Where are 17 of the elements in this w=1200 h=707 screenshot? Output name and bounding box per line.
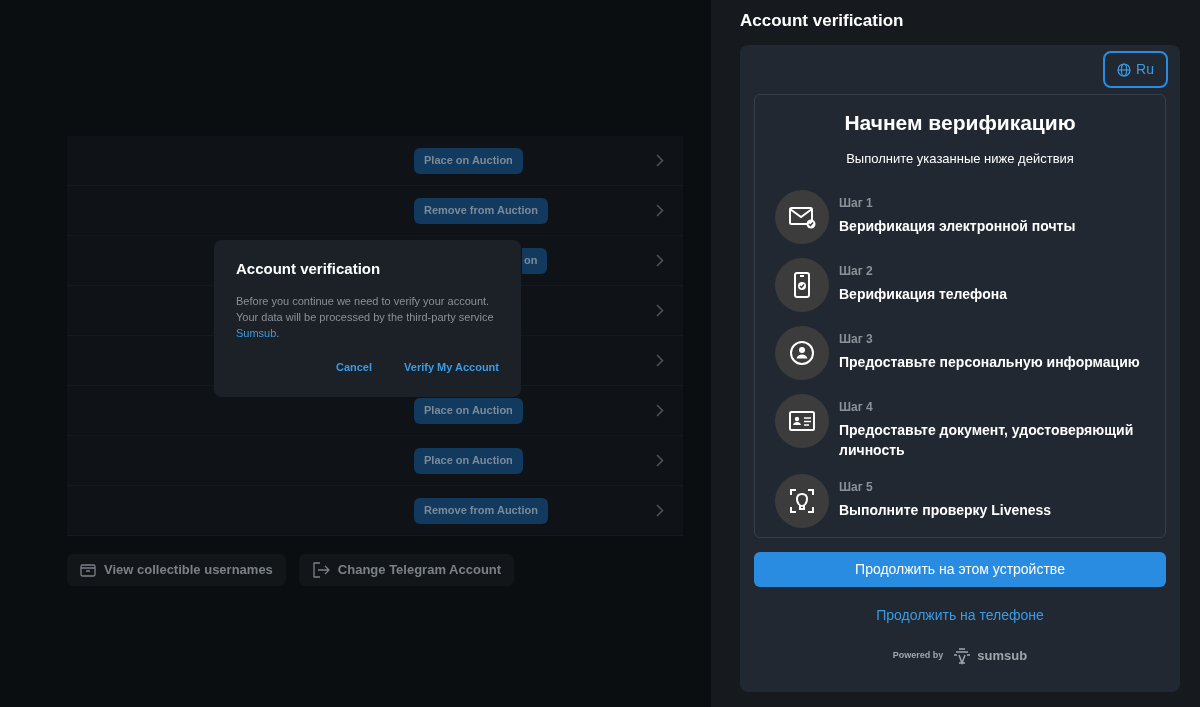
step-text: Предоставьте документ, удостоверяющий личность	[839, 421, 1135, 460]
subheading: Выполните указанные ниже действия	[846, 149, 1074, 168]
step-label: Шаг 3	[839, 331, 874, 348]
dialog-title: Account verification	[236, 259, 382, 279]
step-text: Верификация электронной почты	[839, 217, 1076, 236]
dialog-message: Before you continue we need to verify your account. Your data will be processed by the third-party service Sumsub.	[236, 293, 495, 341]
heading: Начнем верификацию	[844, 110, 1076, 136]
sumsub-brand: sumsub	[977, 647, 1028, 665]
step-text: Верификация телефона	[839, 285, 1007, 304]
step-label: Шаг 2	[839, 263, 874, 280]
powered-by-text: Powered by	[892, 649, 944, 662]
step-label: Шаг 4	[839, 399, 874, 416]
step-label: Шаг 5	[839, 479, 874, 496]
step-text: Предоставьте персональную информацию	[839, 353, 1140, 372]
step-text: Выполните проверку Liveness	[839, 501, 1052, 520]
panel-title: Account verification	[740, 10, 905, 30]
step-label: Шаг 1	[839, 195, 874, 212]
